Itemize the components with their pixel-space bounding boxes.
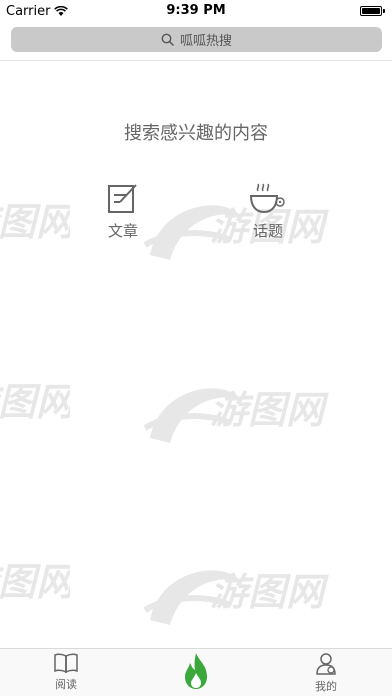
watermark: 游图网 [140, 368, 340, 462]
category-topic[interactable]: 话题 [233, 182, 303, 241]
flame-icon [185, 653, 207, 689]
watermark: 游图网 [140, 550, 340, 644]
tab-mine[interactable]: 我的 [296, 652, 356, 694]
watermark-text: 游图网 [0, 560, 70, 604]
book-icon [54, 653, 78, 674]
tab-reading[interactable]: 阅读 [36, 652, 96, 692]
watermark-text: 游图网 [0, 380, 70, 424]
tab-reading-label: 阅读 [55, 678, 77, 691]
tab-hot[interactable] [166, 651, 226, 693]
watermark-edge: 游图网 [0, 540, 79, 624]
search-icon [161, 33, 174, 46]
battery-icon [360, 6, 385, 16]
coffee-cup-icon [249, 183, 285, 214]
tab-bar: 阅读 我的 [0, 648, 392, 696]
watermark-edge: 游图网 [0, 180, 79, 264]
watermark-edge: 游图网 [0, 360, 79, 444]
watermark-text: 游图网 [210, 570, 329, 614]
search-bar[interactable]: 呱呱热搜 [11, 27, 382, 52]
header-divider [0, 60, 392, 61]
watermark-text: 游图网 [0, 200, 70, 244]
user-icon [316, 653, 336, 675]
tab-mine-label: 我的 [315, 680, 337, 693]
search-placeholder: 呱呱热搜 [179, 34, 232, 49]
watermark-text: 游图网 [210, 388, 329, 432]
category-article[interactable]: 文章 [88, 182, 158, 241]
article-icon [108, 184, 137, 213]
category-article-label: 文章 [107, 222, 138, 240]
search-prompt: 搜索感兴趣的内容 [124, 123, 268, 144]
category-topic-label: 话题 [252, 222, 283, 240]
clock: 9:39 PM [166, 3, 226, 18]
status-bar: Carrier 9:39 PM [0, 0, 392, 22]
